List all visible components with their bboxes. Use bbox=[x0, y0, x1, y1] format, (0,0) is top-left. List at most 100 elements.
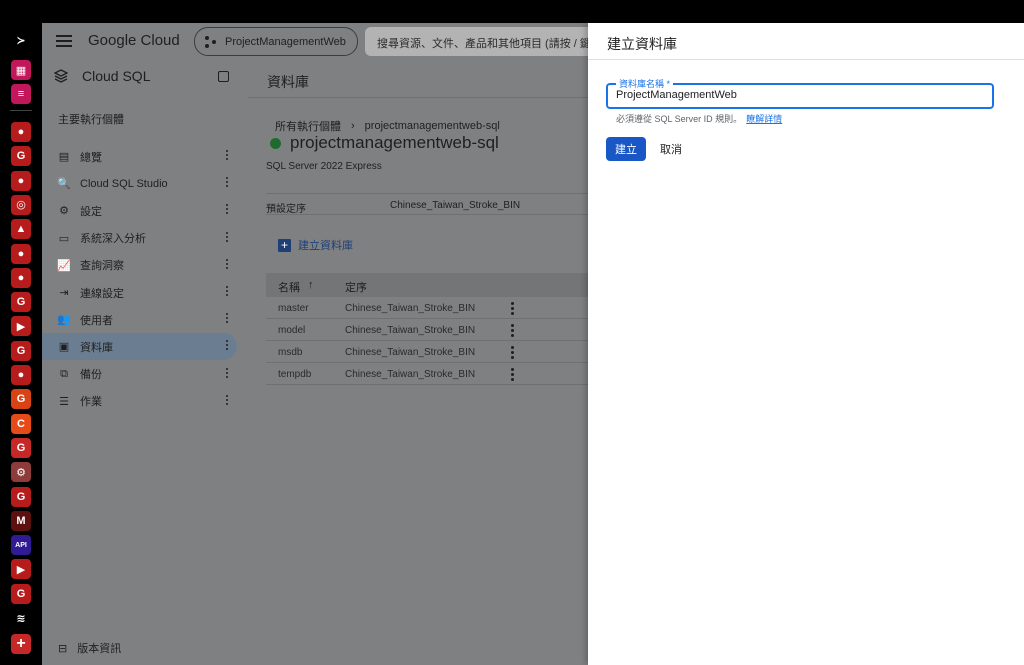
more-options-icon[interactable] bbox=[226, 394, 229, 407]
product-title: Cloud SQL bbox=[82, 68, 151, 84]
database-name-input[interactable] bbox=[616, 89, 976, 101]
project-dots-icon bbox=[205, 35, 217, 48]
page-title: 資料庫 bbox=[248, 60, 588, 98]
create-button[interactable]: 建立 bbox=[606, 137, 646, 161]
table-row[interactable]: msdb Chinese_Taiwan_Stroke_BIN bbox=[266, 341, 588, 363]
default-collation-row: 預設定序 Chinese_Taiwan_Stroke_BIN bbox=[266, 193, 588, 215]
more-options-icon[interactable] bbox=[226, 231, 229, 244]
sidebar-item-label: 備份 bbox=[80, 369, 102, 382]
row-actions-icon[interactable] bbox=[511, 346, 514, 361]
app-dock: ≻ ▦ ≡ ● G ● ◎ ▲ ● ● G ▶ G ● G C G ⚙ G M API ▶ G ≋ + bbox=[0, 0, 42, 665]
youtube-icon[interactable]: ▶ bbox=[11, 559, 31, 580]
release-notes-label: 版本資訊 bbox=[77, 643, 122, 655]
create-database-button[interactable]: + 建立資料庫 bbox=[278, 237, 353, 253]
search-input[interactable]: 搜尋資源、文件、產品和其他項目 (請按 / 鍵) bbox=[365, 27, 595, 56]
panel-title: 建立資料庫 bbox=[588, 23, 1024, 60]
g-app-icon[interactable]: G bbox=[11, 437, 31, 458]
medium-icon[interactable]: M bbox=[11, 510, 31, 531]
sidebar-item[interactable]: ☰ 作業 bbox=[42, 388, 237, 415]
sidebar-item-label: 查詢洞察 bbox=[80, 260, 124, 273]
sidebar-item[interactable]: ▤ 總覽 bbox=[42, 143, 237, 170]
row-actions-icon[interactable] bbox=[511, 302, 514, 317]
sort-arrow-icon[interactable]: ↑ bbox=[308, 279, 314, 291]
table-row[interactable]: master Chinese_Taiwan_Stroke_BIN bbox=[266, 297, 588, 319]
sidebar-item[interactable]: 🔍 Cloud SQL Studio bbox=[42, 170, 237, 197]
project-picker[interactable]: ProjectManagementWeb bbox=[194, 27, 358, 56]
table-row[interactable]: tempdb Chinese_Taiwan_Stroke_BIN bbox=[266, 363, 588, 385]
cloud-drive-icon[interactable]: ▲ bbox=[11, 219, 31, 240]
default-collation-value: Chinese_Taiwan_Stroke_BIN bbox=[390, 200, 521, 211]
settings-icon[interactable]: ⚙ bbox=[11, 462, 31, 483]
app-window: Google Cloud ProjectManagementWeb 搜尋資源、文… bbox=[42, 23, 1024, 665]
github-icon[interactable]: ● bbox=[11, 365, 31, 385]
sidebar-item-icon: 📈 bbox=[57, 259, 71, 272]
sidebar-item-icon: ☰ bbox=[59, 395, 69, 408]
add-icon: + bbox=[278, 238, 291, 252]
database-collation: Chinese_Taiwan_Stroke_BIN bbox=[345, 369, 476, 380]
c-app-icon[interactable]: C bbox=[11, 413, 31, 434]
table-header: 名稱 ↑ 定序 bbox=[266, 273, 588, 297]
sidebar-item-label: 作業 bbox=[80, 396, 102, 409]
g-app-icon[interactable]: G bbox=[11, 389, 31, 410]
main-menu-icon[interactable] bbox=[56, 35, 72, 47]
github-icon[interactable]: ● bbox=[11, 170, 31, 191]
database-name: msdb bbox=[278, 347, 303, 358]
google-icon[interactable]: G bbox=[11, 340, 31, 361]
sidebar-item[interactable]: 👥 使用者 bbox=[42, 306, 237, 333]
cloud-sql-icon[interactable]: ≋ bbox=[11, 608, 31, 628]
sidebar-item-icon: ▭ bbox=[58, 232, 70, 245]
table-row[interactable]: model Chinese_Taiwan_Stroke_BIN bbox=[266, 319, 588, 341]
status-ok-icon bbox=[270, 137, 281, 149]
sidebar-item[interactable]: 📈 查詢洞察 bbox=[42, 252, 237, 279]
sidebar-item-label: 連線設定 bbox=[80, 287, 124, 300]
google-icon[interactable]: G bbox=[11, 583, 31, 604]
more-options-icon[interactable] bbox=[226, 177, 229, 189]
row-actions-icon[interactable] bbox=[511, 368, 514, 383]
apps-grid-icon[interactable]: ▦ bbox=[11, 60, 31, 80]
more-options-icon[interactable] bbox=[226, 340, 229, 352]
api-icon[interactable]: API bbox=[11, 535, 31, 556]
sidebar-toggle-icon[interactable]: ≻ bbox=[11, 30, 31, 50]
sidebar-item[interactable]: ⧉ 備份 bbox=[42, 361, 237, 388]
search-list-icon[interactable]: ≡ bbox=[11, 84, 31, 104]
database-name-field[interactable]: 資料庫名稱 * bbox=[606, 77, 994, 109]
database-collation: Chinese_Taiwan_Stroke_BIN bbox=[345, 325, 476, 336]
more-options-icon[interactable] bbox=[226, 258, 229, 271]
field-hint-text: 必須遵從 SQL Server ID 規則。 bbox=[616, 114, 743, 124]
collapse-nav-icon[interactable] bbox=[218, 71, 229, 82]
more-options-icon[interactable] bbox=[226, 204, 229, 216]
breadcrumb-root[interactable]: 所有執行個體 bbox=[275, 118, 341, 134]
add-app-button[interactable]: + bbox=[11, 634, 31, 654]
github-icon[interactable]: ● bbox=[11, 267, 31, 288]
google-icon[interactable]: G bbox=[11, 486, 31, 507]
release-notes-icon: ⊟ bbox=[58, 642, 68, 655]
column-header-name[interactable]: 名稱 bbox=[278, 279, 300, 295]
youtube-icon[interactable]: ▶ bbox=[11, 316, 31, 337]
globe-icon[interactable]: ◎ bbox=[11, 194, 31, 215]
more-options-icon[interactable] bbox=[226, 150, 229, 162]
google-icon[interactable]: G bbox=[11, 292, 31, 313]
sidebar-item[interactable]: ⚙ 設定 bbox=[42, 197, 237, 224]
more-options-icon[interactable] bbox=[226, 367, 229, 380]
row-actions-icon[interactable] bbox=[511, 324, 514, 339]
database-name: model bbox=[278, 325, 306, 336]
sidebar-item-icon: ▣ bbox=[58, 341, 70, 354]
google-cloud-logo[interactable]: Google Cloud bbox=[88, 32, 180, 49]
cancel-button[interactable]: 取消 bbox=[656, 137, 686, 161]
learn-more-link[interactable]: 瞭解詳情 bbox=[746, 114, 782, 124]
release-notes-link[interactable]: ⊟ 版本資訊 bbox=[58, 640, 121, 656]
more-options-icon[interactable] bbox=[226, 313, 229, 325]
sidebar-item[interactable]: ▭ 系統深入分析 bbox=[42, 225, 237, 252]
google-icon[interactable]: G bbox=[11, 146, 31, 167]
sidebar-item[interactable]: ⇥ 連線設定 bbox=[42, 279, 237, 306]
sidebar-item[interactable]: ▣ 資料庫 bbox=[42, 333, 237, 361]
github-icon[interactable]: ● bbox=[11, 243, 31, 264]
breadcrumb: 所有執行個體 › projectmanagementweb-sql bbox=[275, 118, 500, 134]
sidebar-item-icon: ⚙ bbox=[59, 205, 69, 218]
breadcrumb-separator-icon: › bbox=[351, 120, 355, 132]
more-options-icon[interactable] bbox=[226, 286, 229, 298]
instance-title: projectmanagementweb-sql bbox=[270, 133, 499, 153]
github-icon[interactable]: ● bbox=[11, 122, 31, 142]
sidebar-item-label: 總覽 bbox=[80, 151, 102, 164]
instance-name: projectmanagementweb-sql bbox=[290, 133, 499, 152]
